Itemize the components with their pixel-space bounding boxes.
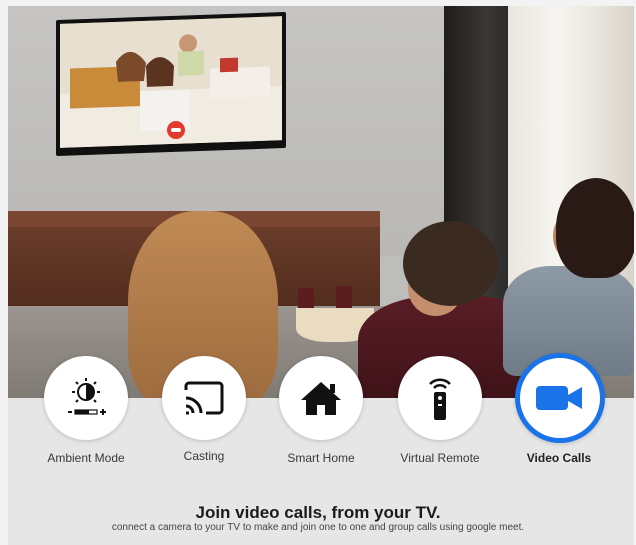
feature-ambient-mode-label: Ambient Mode [47,451,125,465]
wine-glass [336,286,352,310]
feature-smart-home[interactable] [279,356,363,440]
subheadline: connect a camera to your TV to make and … [111,522,525,533]
feature-video-calls-label: Video Calls [526,451,592,465]
feature-virtual-remote-label: Virtual Remote [400,451,480,465]
end-call-icon [167,121,185,139]
feature-virtual-remote[interactable] [398,356,482,440]
viewer-middle-hair [403,221,498,306]
video-camera-icon [536,386,582,410]
headline: Join video calls, from your TV. [195,503,441,522]
ambient-mode-icon [68,378,106,415]
remote-icon [429,378,451,420]
feature-video-calls[interactable] [515,353,605,443]
feature-ambient-mode[interactable] [44,356,128,440]
cast-icon [184,381,224,415]
promo-frame: Ambient Mode Casting Smart Home Virtual … [0,0,636,545]
viewer-right-hair [556,178,634,278]
home-icon [301,382,341,415]
feature-casting-label: Casting [183,449,225,463]
feature-smart-home-label: Smart Home [287,451,355,465]
feature-casting[interactable] [162,356,246,440]
